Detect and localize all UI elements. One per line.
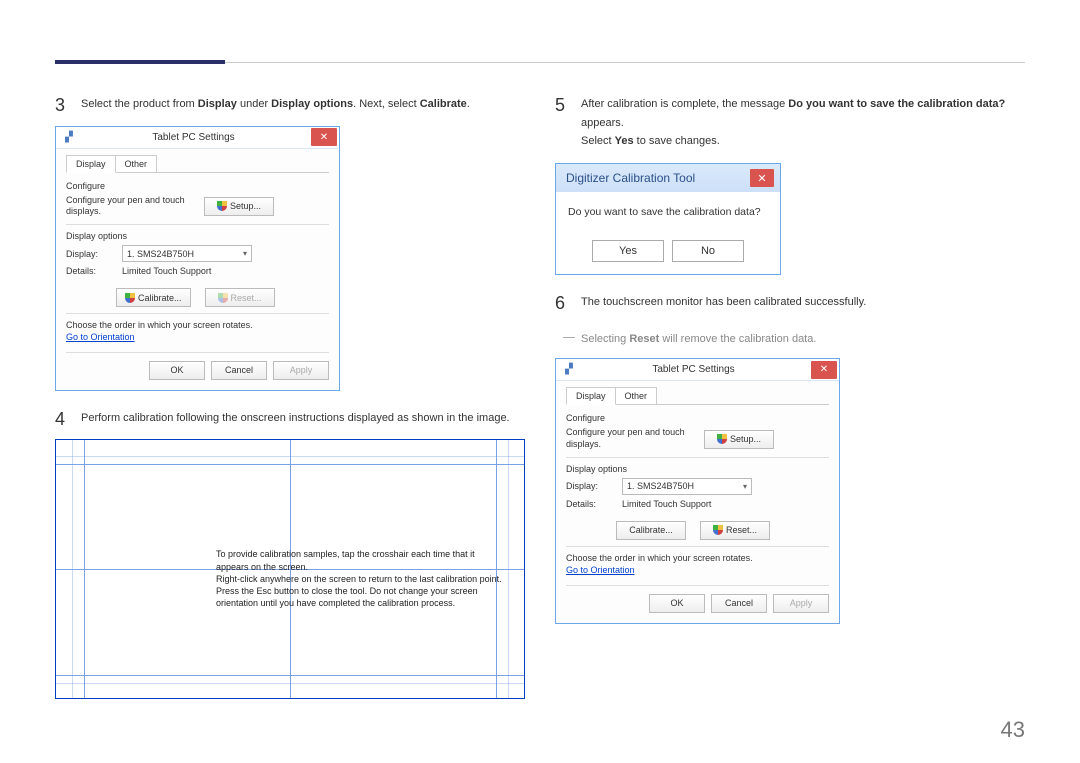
chevron-down-icon: ▾ [743,482,747,491]
tab-other[interactable]: Other [615,387,658,404]
orientation-text: Choose the order in which your screen ro… [66,320,329,332]
setup-button[interactable]: Setup... [204,197,274,216]
step-number: 4 [55,409,77,430]
details-value: Limited Touch Support [622,499,711,509]
tablet-icon: ▞ [62,130,76,144]
shield-icon [713,525,723,535]
tab-display[interactable]: Display [66,155,116,173]
page-number: 43 [1001,717,1025,743]
titlebar: ▞ Tablet PC Settings ✕ [56,127,339,149]
close-button[interactable]: ✕ [311,128,337,146]
close-button[interactable]: ✕ [811,361,837,379]
tabs: Display Other [66,155,329,173]
digitizer-dialog: Digitizer Calibration Tool ✕ Do you want… [555,163,781,275]
window-title: Tablet PC Settings [576,364,811,375]
calibration-grid-screenshot: To provide calibration samples, tap the … [55,439,525,699]
step-text: Perform calibration following the onscre… [81,409,525,428]
tablet-pc-settings-window: ▞ Tablet PC Settings ✕ Display Other Con… [55,126,340,391]
shield-icon [218,293,228,303]
details-label: Details: [66,266,114,276]
shield-icon [125,293,135,303]
close-button[interactable]: ✕ [750,169,774,187]
display-options-label: Display options [566,464,829,474]
display-label: Display: [566,481,614,491]
cancel-button[interactable]: Cancel [711,594,767,613]
step-5: 5 After calibration is complete, the mes… [555,95,1030,275]
tab-display[interactable]: Display [566,387,616,405]
step-text: The touchscreen monitor has been calibra… [581,293,1030,312]
step-4: 4 Perform calibration following the onsc… [55,409,525,700]
chapter-header-rule [55,62,1025,63]
no-button[interactable]: No [672,240,744,262]
setup-button[interactable]: Setup... [704,430,774,449]
ok-button[interactable]: OK [649,594,705,613]
cancel-button[interactable]: Cancel [211,361,267,380]
configure-label: Configure [566,413,829,423]
details-label: Details: [566,499,614,509]
display-options-label: Display options [66,231,329,241]
display-dropdown[interactable]: 1. SMS24B750H ▾ [122,245,252,262]
step-6: 6 The touchscreen monitor has been calib… [555,293,1030,312]
reset-note: Selecting Reset will remove the calibrat… [581,330,1030,349]
ok-button[interactable]: OK [149,361,205,380]
tablet-icon: ▞ [562,363,576,377]
right-column: 5 After calibration is complete, the mes… [555,95,1030,640]
apply-button[interactable]: Apply [273,361,329,380]
apply-button[interactable]: Apply [773,594,829,613]
details-value: Limited Touch Support [122,266,211,276]
tab-other[interactable]: Other [115,155,158,172]
tablet-pc-settings-window-2: ▞ Tablet PC Settings ✕ Display Other Con… [555,358,840,623]
reset-button[interactable]: Reset... [205,288,275,307]
configure-label: Configure [66,181,329,191]
chevron-down-icon: ▾ [243,249,247,258]
calibrate-button[interactable]: Calibrate... [116,288,191,307]
step-text: After calibration is complete, the messa… [581,95,1030,151]
step-number: 3 [55,95,77,116]
yes-button[interactable]: Yes [592,240,664,262]
left-column: 3 Select the product from Display under … [55,95,525,717]
configure-text: Configure your pen and touch displays. [566,427,696,450]
calibrate-button[interactable]: Calibrate... [616,521,686,540]
orientation-link[interactable]: Go to Orientation [566,565,829,575]
step-text: Select the product from Display under Di… [81,95,525,114]
window-title: Tablet PC Settings [76,132,311,143]
orientation-link[interactable]: Go to Orientation [66,332,329,342]
titlebar: ▞ Tablet PC Settings ✕ [556,359,839,381]
shield-icon [717,434,727,444]
display-label: Display: [66,249,114,259]
titlebar: Digitizer Calibration Tool ✕ [556,164,780,192]
calibration-message: To provide calibration samples, tap the … [216,548,506,609]
step-3: 3 Select the product from Display under … [55,95,525,391]
display-dropdown[interactable]: 1. SMS24B750H ▾ [622,478,752,495]
step-number: 5 [555,95,577,116]
orientation-text: Choose the order in which your screen ro… [566,553,829,565]
configure-text: Configure your pen and touch displays. [66,195,196,218]
step-number: 6 [555,293,577,314]
tabs: Display Other [566,387,829,405]
shield-icon [217,201,227,211]
dialog-title: Digitizer Calibration Tool [566,171,695,185]
dialog-body: Do you want to save the calibration data… [556,192,780,232]
reset-button[interactable]: Reset... [700,521,770,540]
